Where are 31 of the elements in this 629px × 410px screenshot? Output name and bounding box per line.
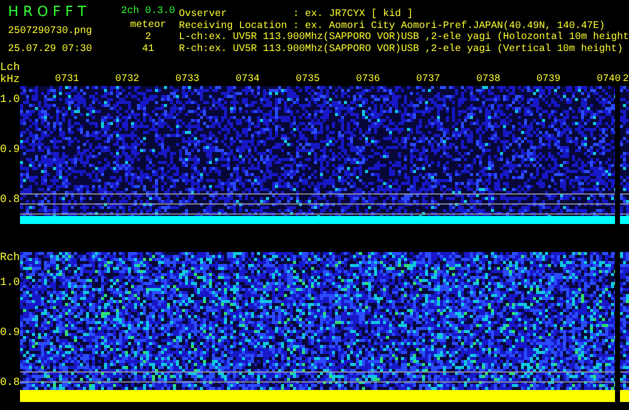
axis-label: 0.8: [0, 194, 20, 208]
file-name: 2507290730.png: [8, 26, 94, 38]
time-label: 0735: [296, 74, 321, 86]
version-label: 2ch 0.3.0: [121, 4, 176, 19]
unit-label: kHz: [0, 74, 20, 86]
time-label: 2: [622, 74, 629, 86]
station-info: R-ch:ex. UV5R 113.900Mhz(SAPPORO VOR)USB ,2-ele yagi (Vertical 10m height): [178, 44, 624, 55]
time-label: 0736: [356, 74, 381, 86]
axis-label: 1.0: [0, 94, 20, 108]
channel-label: Lch: [0, 62, 20, 74]
time-label: 0737: [416, 74, 442, 86]
axis-label: 0.9: [0, 144, 20, 158]
station-info: Ovserver : ex. JR7CYX [ kid ]: [178, 9, 414, 20]
station-info: L-ch:ex. UV5R 113.900Mhz(SAPPORO VOR)USB ,2-ele yagi (Holozontal 10m height: [178, 32, 629, 44]
timestamp: 25.07.29 07:30: [8, 44, 94, 56]
time-label: 0740: [596, 74, 621, 86]
channel-label: Rch: [0, 252, 20, 264]
meteor-count: 2: [145, 32, 152, 44]
axis-label: 0.9: [0, 327, 20, 341]
app-title: H R O F F T: [8, 4, 88, 20]
time-label: 0731: [55, 74, 80, 86]
time-label: 0732: [115, 74, 140, 86]
time-label: 0733: [175, 74, 200, 86]
time-label: 0738: [476, 74, 502, 86]
meteor-label: meteor: [130, 20, 166, 32]
axis-label: 1.0: [0, 277, 20, 291]
station-info: Receiving Location : ex. Aomori City Aomori-Pref.JAPAN(40.49N, 140.47E): [178, 20, 606, 32]
meteor-count: 41: [142, 44, 154, 56]
time-label: 0734: [236, 74, 261, 86]
time-label: 0739: [536, 74, 562, 86]
axis-label: 0.8: [0, 377, 20, 391]
